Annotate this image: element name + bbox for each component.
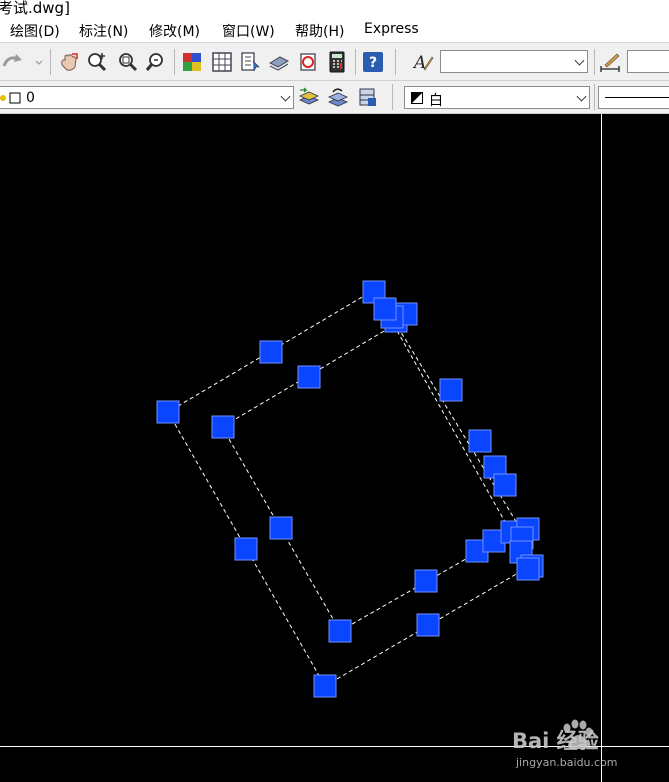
layer-states-icon[interactable] <box>356 86 378 108</box>
chevron-down-icon <box>280 91 291 102</box>
layer-select[interactable]: 0 <box>0 86 294 109</box>
sheet-set-icon[interactable] <box>268 51 290 73</box>
toolbar-separator <box>594 49 595 75</box>
title-bar: 考试.dwg] <box>0 0 669 16</box>
window-title: 考试.dwg] <box>0 0 70 16</box>
design-center-icon[interactable] <box>211 51 233 73</box>
chevron-down-icon <box>576 91 587 102</box>
grip-point[interactable] <box>156 400 180 424</box>
menu-dimension[interactable]: 标注(N) <box>79 21 128 41</box>
layers-toolbar: 0 白 <box>0 81 669 114</box>
grip-point[interactable] <box>439 378 463 402</box>
layer-name: 0 <box>26 90 35 106</box>
baidu-watermark: Bai 经验 jingyan.baidu.com <box>512 719 618 769</box>
redo-dropdown-icon[interactable] <box>34 51 44 73</box>
markup-icon[interactable] <box>297 51 319 73</box>
toolbar-separator <box>395 49 396 75</box>
grip-point[interactable] <box>269 516 293 540</box>
toolbar-separator <box>355 49 356 75</box>
menu-modify[interactable]: 修改(M) <box>149 21 200 41</box>
layer-state-icon <box>0 92 21 104</box>
grip-points <box>156 280 544 698</box>
grip-point[interactable] <box>516 557 540 581</box>
text-style-icon[interactable]: A <box>412 51 434 73</box>
grip-point[interactable] <box>259 340 283 364</box>
grip-point[interactable] <box>328 619 352 643</box>
grip-point[interactable] <box>297 365 321 389</box>
properties-icon[interactable] <box>181 51 203 73</box>
menu-window[interactable]: 窗口(W) <box>222 21 275 41</box>
svg-text:A: A <box>412 53 426 73</box>
menu-bar: 绘图(D) 标注(N) 修改(M) 窗口(W) 帮助(H) Express <box>0 16 669 43</box>
menu-draw[interactable]: 绘图(D) <box>10 21 60 41</box>
zoom-realtime-icon[interactable] <box>86 51 108 73</box>
zoom-previous-icon[interactable] <box>145 51 167 73</box>
grip-point[interactable] <box>211 415 235 439</box>
help-icon[interactable]: ? <box>362 51 384 73</box>
watermark-brand: Bai 经验 <box>512 729 599 753</box>
pan-icon[interactable] <box>58 51 80 73</box>
calculator-icon[interactable] <box>326 51 348 73</box>
text-style-select[interactable] <box>440 50 588 73</box>
grip-point[interactable] <box>414 569 438 593</box>
grip-point[interactable] <box>493 473 517 497</box>
redo-icon[interactable] <box>2 51 24 73</box>
dimension-style-icon[interactable] <box>599 51 621 73</box>
linetype-preview <box>605 97 669 98</box>
color-select[interactable]: 白 <box>404 86 590 109</box>
linetype-select[interactable] <box>598 86 669 109</box>
grip-point[interactable] <box>313 674 337 698</box>
toolbar-separator <box>50 49 51 75</box>
grip-point[interactable] <box>416 613 440 637</box>
drawing-canvas[interactable] <box>0 114 669 782</box>
grip-point[interactable] <box>234 537 258 561</box>
color-swatch-icon <box>411 92 423 104</box>
zoom-window-icon[interactable] <box>116 51 138 73</box>
watermark-url: jingyan.baidu.com <box>515 756 618 769</box>
toolbar-separator <box>392 84 393 110</box>
tool-palettes-icon[interactable] <box>239 51 261 73</box>
svg-text:?: ? <box>369 55 377 71</box>
toolbar-separator <box>174 49 175 75</box>
grip-point[interactable] <box>468 429 492 453</box>
chevron-down-icon <box>574 55 585 66</box>
layer-previous-icon[interactable] <box>327 86 349 108</box>
make-object-layer-current-icon[interactable] <box>298 86 320 108</box>
standard-toolbar: ? A <box>0 43 669 81</box>
dimension-style-select[interactable] <box>627 50 669 73</box>
color-name: 白 <box>429 93 443 109</box>
menu-help[interactable]: 帮助(H) <box>295 21 344 41</box>
menu-express[interactable]: Express <box>364 21 419 37</box>
grip-point[interactable] <box>373 297 397 321</box>
toolbar-separator <box>594 84 595 110</box>
